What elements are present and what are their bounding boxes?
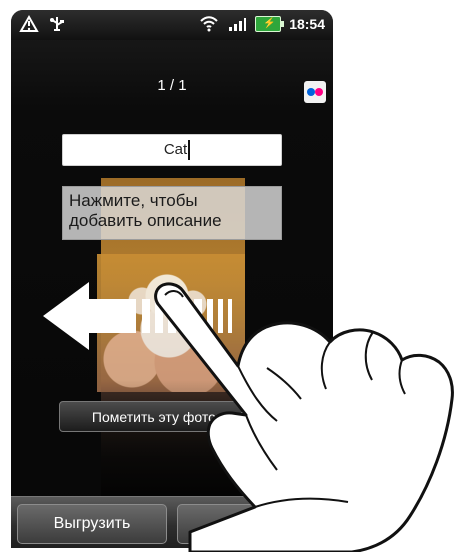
- cancel-button[interactable]: Отмена: [177, 504, 327, 544]
- text-caret: [188, 140, 191, 161]
- swipe-left-arrow: [43, 282, 232, 350]
- signal-icon: [229, 18, 247, 31]
- alert-icon: [19, 15, 39, 32]
- photo-title-value: Cat: [163, 141, 188, 158]
- status-time: 18:54: [289, 16, 325, 32]
- wifi-icon: [200, 16, 218, 32]
- battery-icon: ⚡: [255, 16, 285, 32]
- flickr-blue-dot: [307, 88, 315, 96]
- tag-photo-button[interactable]: Пометить эту фотограф: [59, 401, 281, 432]
- status-bar: ⚡ 18:54: [11, 10, 333, 40]
- phone-screen: ⚡ 18:54 1 / 1 Cat Нажмите, чтобы добавит…: [11, 10, 333, 548]
- flickr-icon: [304, 81, 326, 103]
- phone-mockup: ⚡ 18:54 1 / 1 Cat Нажмите, чтобы добавит…: [0, 0, 462, 552]
- description-prompt: Нажмите, чтобы добавить описание: [69, 191, 222, 230]
- bottom-action-bar: Выгрузить Отмена: [11, 496, 333, 548]
- photo-title-input[interactable]: Cat: [62, 134, 282, 166]
- upload-button[interactable]: Выгрузить: [17, 504, 167, 544]
- flickr-pink-dot: [315, 88, 323, 96]
- description-input[interactable]: Нажмите, чтобы добавить описание: [62, 186, 282, 240]
- battery-charging-icon: ⚡: [263, 18, 276, 29]
- page-counter: 1 / 1: [157, 77, 187, 94]
- status-right-group: ⚡ 18:54: [199, 15, 325, 33]
- usb-icon: [50, 17, 64, 31]
- status-left-group: [19, 15, 67, 33]
